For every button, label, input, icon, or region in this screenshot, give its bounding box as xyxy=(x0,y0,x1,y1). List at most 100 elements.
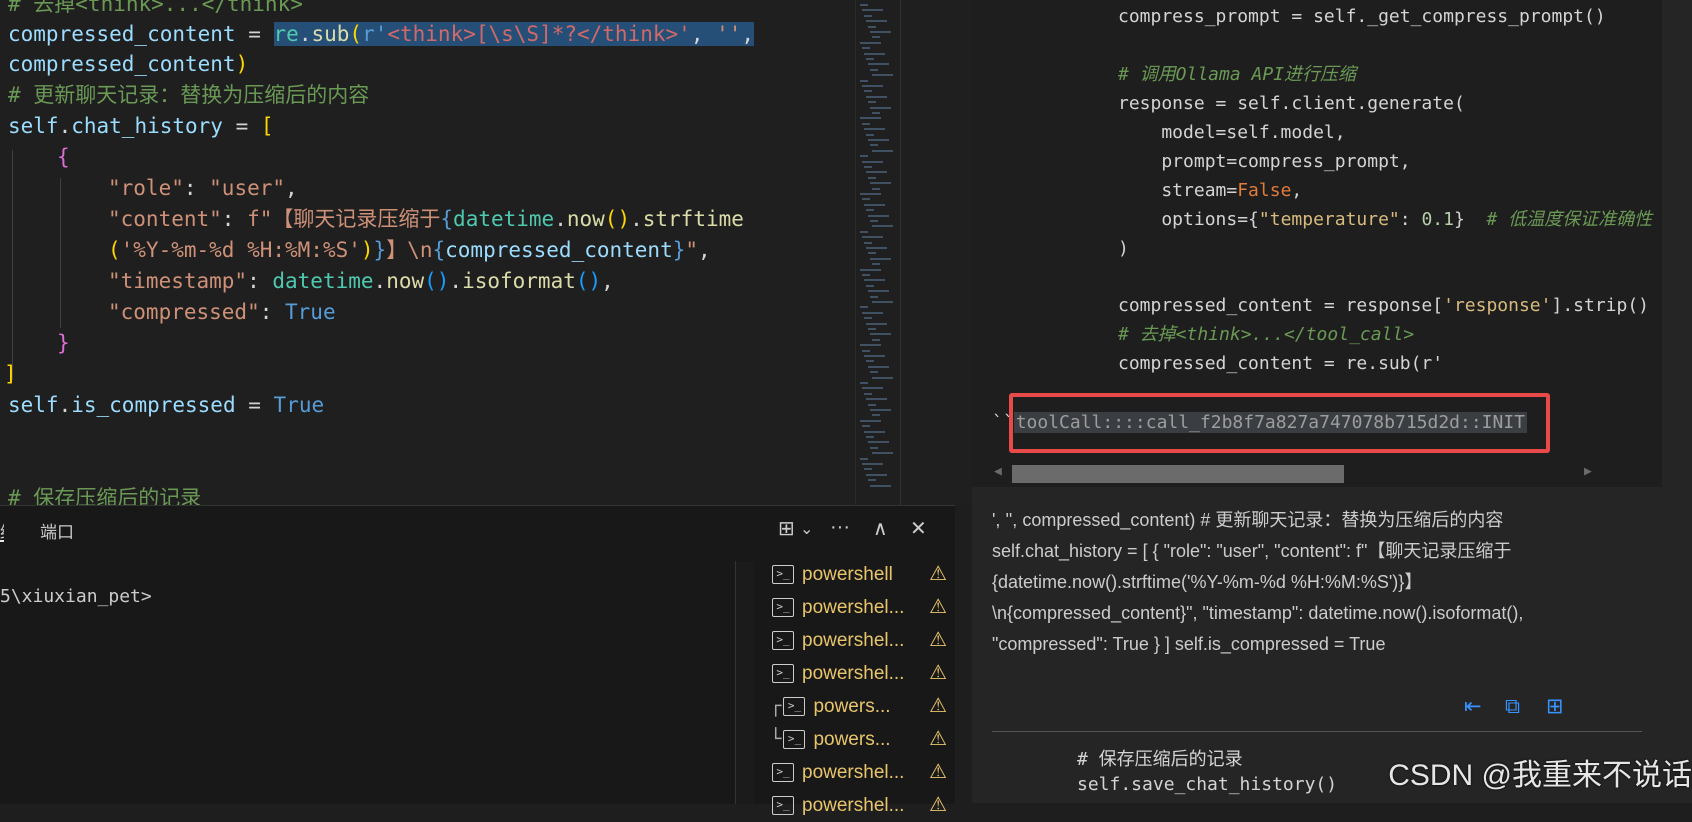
minimap-line xyxy=(868,63,889,66)
close-panel-icon[interactable]: ✕ xyxy=(910,516,927,541)
terminal-list-item[interactable]: >_ powershel... ⚠ xyxy=(770,591,955,624)
terminal-panel: 终端 端口 ⊞ ⌄ ··· ∧ ✕ 5\xiuxian_pet> >_power… xyxy=(0,505,955,816)
minimap-line xyxy=(872,187,880,190)
minimap-line xyxy=(864,355,885,357)
more-actions-icon[interactable]: ··· xyxy=(830,516,850,539)
minimap-line xyxy=(860,382,868,384)
minimap-line xyxy=(862,425,870,428)
minimap-line xyxy=(868,403,876,406)
minimap-line xyxy=(864,128,885,131)
minimap-line xyxy=(866,284,874,287)
minimap-line xyxy=(868,252,876,255)
minimap-line xyxy=(862,9,883,12)
minimap-line xyxy=(870,484,891,487)
message-line: self.chat_history = [ { "role": "user", … xyxy=(992,541,1512,561)
minimap[interactable] xyxy=(855,0,901,505)
minimap-line xyxy=(872,414,880,417)
warning-icon: ⚠ xyxy=(929,629,947,651)
warning-icon: ⚠ xyxy=(929,728,947,750)
message-line: ', '', compressed_content) # 更新聊天记录：替换为压… xyxy=(992,510,1504,530)
scroll-right-arrow[interactable]: ▶ xyxy=(1584,464,1592,479)
minimap-line xyxy=(862,85,883,87)
code-editor[interactable]: # 去掉<think>...</think> compressed_conten… xyxy=(0,0,855,505)
minimap-line xyxy=(872,112,880,114)
minimap-line xyxy=(870,295,878,298)
minimap-line xyxy=(866,209,874,212)
minimap-line xyxy=(860,117,881,120)
terminal-scrollbar[interactable] xyxy=(735,561,754,804)
minimap-line xyxy=(864,166,872,168)
warning-icon: ⚠ xyxy=(929,794,947,816)
code-line: ('%Y-%m-%d %H:%M:%S')}】\n{compressed_con… xyxy=(108,238,711,262)
new-file-icon[interactable]: ⊞ xyxy=(1546,694,1564,718)
tab-ports[interactable]: 端口 xyxy=(40,518,74,543)
terminal-list-item[interactable]: >_ powershel... ⚠ xyxy=(770,624,955,657)
selected-text: re.sub(r'<think>[\s\S]*?</think>', '', xyxy=(273,22,755,46)
minimap-line xyxy=(862,463,883,465)
indent-guide xyxy=(60,178,61,328)
minimap-line xyxy=(862,236,883,239)
terminal-list-item[interactable]: >_ powershell ⚠ xyxy=(770,558,955,591)
terminal-list-item[interactable]: >_ powershel... ⚠ xyxy=(770,657,955,690)
split-terminal-icon[interactable]: ⊞ xyxy=(778,516,795,541)
warning-icon: ⚠ xyxy=(929,596,947,618)
code-line: "timestamp": datetime.now().isoformat(), xyxy=(108,269,614,293)
code-line: compress_prompt = self._get_compress_pro… xyxy=(1118,6,1606,27)
highlight-box xyxy=(1009,393,1550,453)
minimap-line xyxy=(866,133,874,136)
code-line: compressed_content = response['response'… xyxy=(1118,295,1650,316)
terminal-list-item[interactable]: >_ powershel... ⚠ xyxy=(770,756,955,789)
minimap-line xyxy=(872,263,880,266)
terminal-output[interactable]: 5\xiuxian_pet> xyxy=(0,586,152,607)
minimap-line xyxy=(864,392,872,395)
code-line-comment: # 去掉<think>...</tool_call> xyxy=(1118,324,1415,345)
terminal-icon: >_ xyxy=(783,730,806,750)
minimap-line xyxy=(864,52,885,55)
code-line-comment: # 调用Ollama API进行压缩 xyxy=(1118,64,1357,85)
chevron-down-icon[interactable]: ⌄ xyxy=(800,519,813,539)
editor-scrollbar[interactable] xyxy=(900,0,973,505)
terminal-list-item[interactable]: >_ powershel... ⚠ xyxy=(770,789,955,822)
copy-icon[interactable]: ⧉ xyxy=(1505,694,1520,719)
tab-terminal[interactable]: 终端 xyxy=(0,518,4,542)
minimap-line xyxy=(868,365,889,368)
minimap-line xyxy=(866,20,887,23)
code-line: stream=False, xyxy=(1118,180,1303,201)
terminal-icon: >_ xyxy=(772,598,794,618)
divider xyxy=(992,731,1642,732)
minimap-line xyxy=(860,344,881,347)
minimap-line xyxy=(866,322,887,325)
terminal-list-item[interactable]: └ >_ powers... ⚠ xyxy=(770,723,955,756)
minimap-line xyxy=(860,155,868,158)
minimap-line xyxy=(870,144,878,147)
scroll-left-arrow[interactable]: ◀ xyxy=(994,464,1002,479)
minimap-line xyxy=(860,268,881,271)
minimap-line xyxy=(860,193,881,195)
insert-at-cursor-icon[interactable]: ⇤ xyxy=(1464,694,1482,718)
code-line: self.is_compressed = True xyxy=(8,393,325,417)
terminal-icon: >_ xyxy=(772,565,794,585)
minimap-line xyxy=(870,220,878,222)
minimap-line xyxy=(870,182,891,185)
terminal-list-item[interactable]: ┌ >_ powers... ⚠ xyxy=(770,690,955,723)
code-line: ) xyxy=(1118,238,1129,259)
message-line: \n{compressed_content}", "timestamp": da… xyxy=(992,603,1524,623)
minimap-line xyxy=(870,31,891,33)
minimap-line xyxy=(870,68,878,71)
terminal-icon: >_ xyxy=(772,664,794,684)
minimap-line xyxy=(870,371,878,374)
minimap-line xyxy=(866,436,874,438)
terminal-icon: >_ xyxy=(783,697,806,717)
maximize-panel-icon[interactable]: ∧ xyxy=(873,516,888,541)
code-line-comment: # 保存压缩后的记录 xyxy=(8,486,202,505)
minimap-line xyxy=(868,214,889,217)
minimap-line xyxy=(870,409,891,411)
message-line: "compressed": True } ] self.is_compresse… xyxy=(992,634,1386,654)
minimap-line xyxy=(860,4,868,6)
minimap-line xyxy=(866,473,887,476)
terminal-icon: >_ xyxy=(772,796,794,816)
minimap-line xyxy=(872,376,893,379)
minimap-line xyxy=(864,468,872,471)
minimap-line xyxy=(872,301,893,303)
horizontal-scrollbar-thumb[interactable] xyxy=(1012,465,1344,483)
